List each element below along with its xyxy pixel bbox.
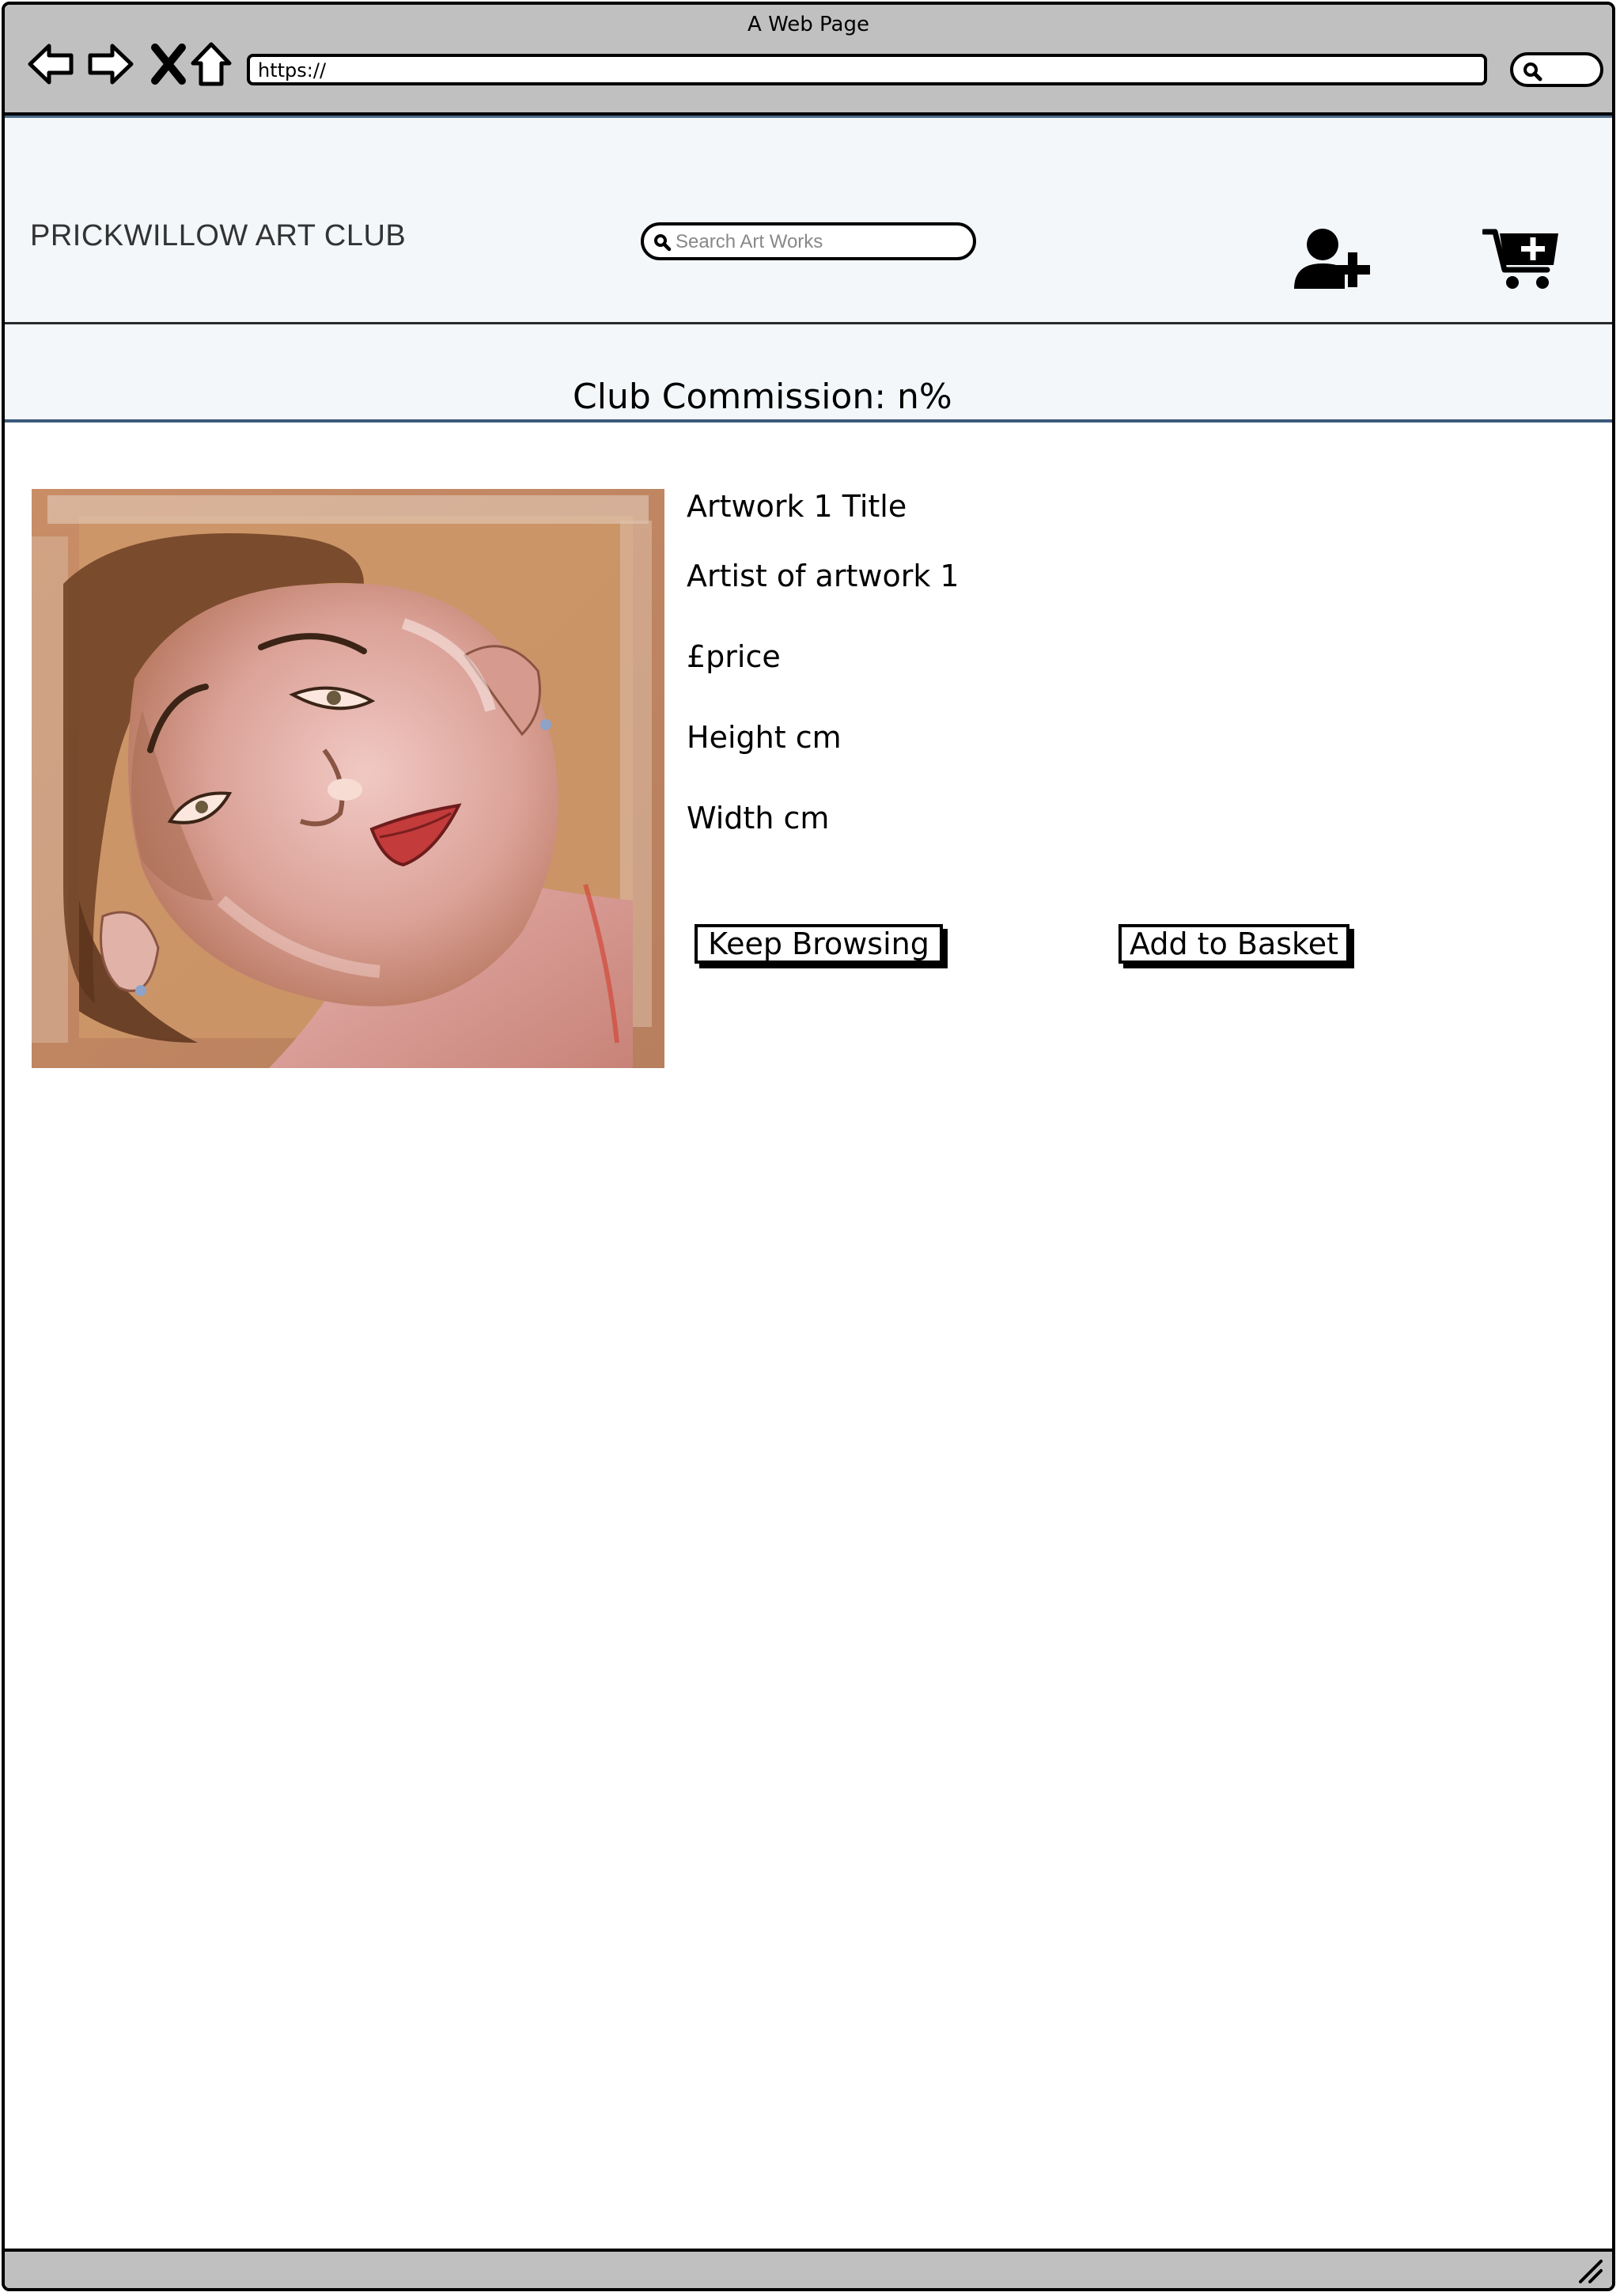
forward-arrow-icon[interactable] (85, 40, 134, 89)
artwork-title: Artwork 1 Title (687, 489, 907, 524)
home-icon[interactable] (187, 40, 236, 89)
status-bar (5, 2249, 1612, 2288)
artwork-image (32, 489, 664, 1068)
site-header: PRICKWILLOW ART CLUB (5, 116, 1612, 324)
commission-banner: Club Commission: n% (5, 324, 1612, 422)
add-user-icon[interactable] (1293, 225, 1375, 292)
artwork-width: Width cm (687, 801, 830, 835)
club-commission: Club Commission: n% (573, 377, 952, 417)
close-icon[interactable] (144, 40, 193, 89)
site-brand[interactable]: PRICKWILLOW ART CLUB (30, 219, 406, 253)
artwork-search[interactable] (641, 222, 976, 260)
window-title: A Web Page (748, 13, 869, 36)
url-bar[interactable]: https:// (247, 54, 1487, 85)
keep-browsing-button[interactable]: Keep Browsing (695, 924, 943, 964)
resize-grip-icon[interactable] (1577, 2258, 1603, 2283)
browser-toolbar: A Web Page https:// (5, 5, 1612, 116)
search-icon (1523, 63, 1542, 81)
browser-search-box[interactable] (1510, 52, 1603, 87)
add-to-cart-icon[interactable] (1482, 225, 1561, 292)
artwork-height: Height cm (687, 720, 842, 755)
browser-window: A Web Page https:// PRICKWILLOW ART CLUB (2, 2, 1615, 2291)
search-input[interactable] (674, 229, 970, 256)
search-icon (654, 234, 672, 252)
artwork-artist: Artist of artwork 1 (687, 559, 960, 593)
add-to-basket-button[interactable]: Add to Basket (1118, 924, 1349, 964)
artwork-price: £price (687, 639, 781, 674)
back-arrow-icon[interactable] (27, 40, 76, 89)
